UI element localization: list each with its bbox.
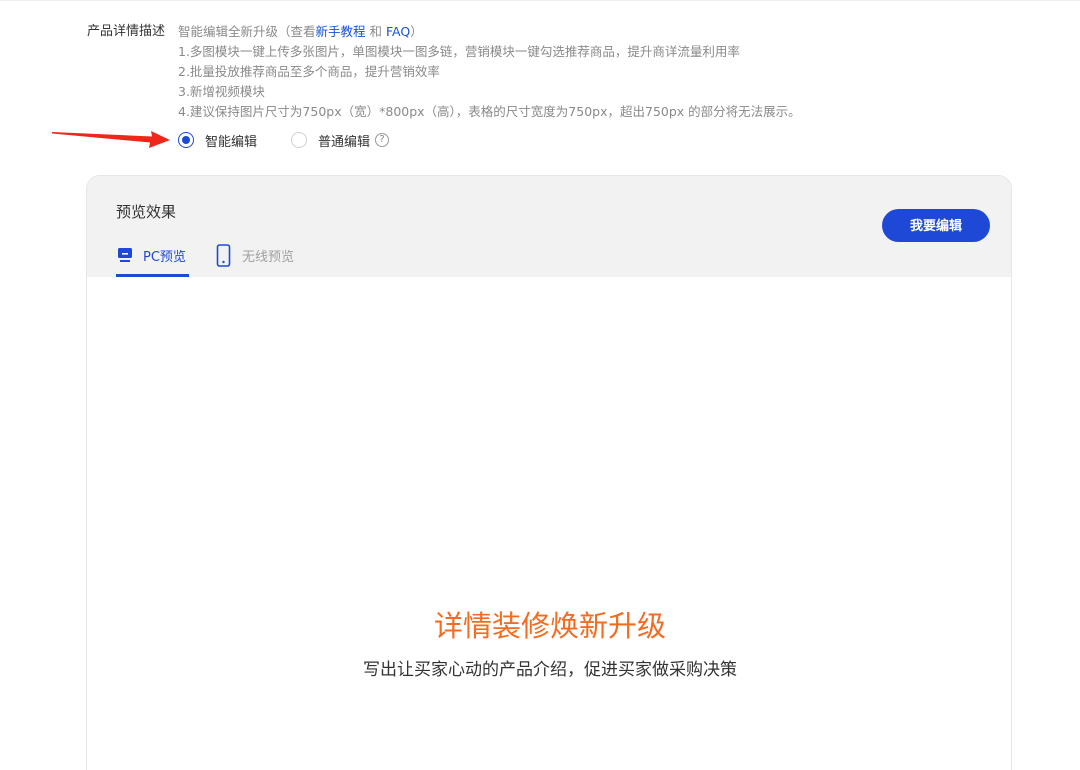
tab-mobile-preview[interactable]: 无线预览 (215, 244, 294, 276)
intro-line: 智能编辑全新升级（查看新手教程 和 FAQ） (178, 22, 801, 42)
field-label: 产品详情描述 (87, 24, 166, 39)
tip-line: 3.新增视频模块 (178, 84, 265, 99)
edit-button[interactable]: 我要编辑 (882, 209, 990, 242)
page: 产品详情描述 智能编辑全新升级（查看新手教程 和 FAQ） 1.多图模块一键上传… (0, 0, 1080, 770)
preview-header: 预览效果 我要编辑 PC预览 无线预览 (87, 176, 1011, 277)
intro-and: 和 (365, 24, 386, 39)
intro-prefix: 智能编辑全新升级（查看 (178, 24, 316, 39)
tab-label: PC预览 (143, 250, 186, 265)
tutorial-link[interactable]: 新手教程 (316, 24, 366, 39)
editor-mode-radio-group: 智能编辑 普通编辑 ? (178, 130, 390, 150)
faq-link[interactable]: FAQ (386, 24, 410, 39)
tip-line: 4.建议保持图片尺寸为750px（宽）*800px（高），表格的尺寸宽度为750… (178, 104, 801, 119)
radio-label: 普通编辑 (318, 134, 371, 150)
radio-smart-edit[interactable]: 智能编辑 (178, 131, 257, 150)
description-block: 智能编辑全新升级（查看新手教程 和 FAQ） 1.多图模块一键上传多张图片，单图… (178, 22, 801, 122)
radio-normal-edit[interactable]: 普通编辑 (291, 131, 370, 150)
upgrade-headline: 详情装修焕新升级 (433, 609, 666, 643)
active-tab-underline (116, 274, 189, 277)
upgrade-subtext: 写出让买家心动的产品介绍，促进买家做采购决策 (363, 660, 737, 680)
top-divider (0, 0, 1080, 1)
radio-unchecked-icon[interactable] (291, 132, 308, 148)
preview-title: 预览效果 (116, 203, 177, 221)
pointer-arrow-icon (52, 131, 170, 148)
radio-checked-icon[interactable] (178, 132, 194, 148)
tab-label: 无线预览 (242, 250, 295, 265)
intro-suffix: ） (410, 24, 423, 39)
tip-line: 2.批量投放推荐商品至多个商品，提升营销效率 (178, 64, 440, 79)
radio-label: 智能编辑 (205, 134, 258, 150)
monitor-icon (118, 248, 132, 262)
tip-line: 1.多图模块一键上传多张图片，单图模块一图多链，营销模块一键勾选推荐商品，提升商… (178, 44, 740, 59)
phone-icon (216, 244, 231, 267)
preview-panel: 预览效果 我要编辑 PC预览 无线预览 详情装修焕新升级 写出让买家心动的产品介… (86, 175, 1012, 770)
help-icon[interactable]: ? (375, 133, 390, 147)
tab-pc-preview[interactable]: PC预览 (116, 244, 186, 276)
